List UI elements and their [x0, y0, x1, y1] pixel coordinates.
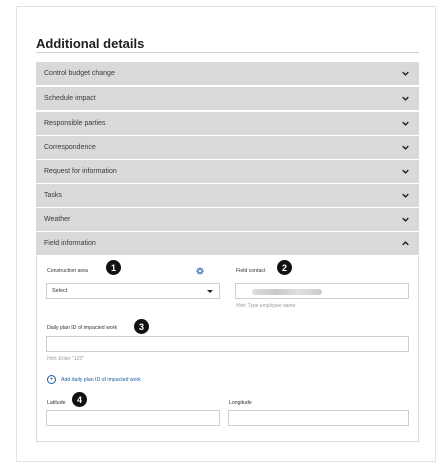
- add-daily-plan-link[interactable]: + Add daily plan ID of impacted work: [47, 375, 141, 384]
- callout-badge-1: 1: [106, 260, 121, 275]
- daily-plan-hint: Hint: Enter "123": [47, 356, 84, 362]
- accordion-label: Weather: [44, 216, 71, 223]
- heading-divider: [36, 52, 419, 53]
- accordion-correspondence[interactable]: Correspondence: [36, 136, 419, 159]
- field-contact-input[interactable]: [235, 283, 409, 299]
- accordion-tasks[interactable]: Tasks: [36, 184, 419, 207]
- field-contact-label: Field contact: [236, 268, 266, 274]
- chevron-down-icon: [402, 169, 409, 174]
- caret-down-icon: [207, 289, 213, 293]
- chevron-down-icon: [402, 96, 409, 101]
- accordion-label: Request for information: [44, 168, 117, 175]
- chevron-down-icon: [402, 217, 409, 222]
- longitude-input[interactable]: [228, 410, 409, 426]
- construction-area-value: Select: [52, 288, 68, 294]
- callout-badge-2: 2: [277, 260, 292, 275]
- latitude-input[interactable]: [46, 410, 220, 426]
- accordion-control-budget-change[interactable]: Control budget change: [36, 62, 419, 85]
- chevron-up-icon: [402, 241, 409, 246]
- accordion-schedule-impact[interactable]: Schedule impact: [36, 87, 419, 110]
- accordion-request-for-information[interactable]: Request for information: [36, 160, 419, 183]
- accordion-label: Control budget change: [44, 70, 115, 77]
- plus-circle-icon: +: [47, 375, 56, 384]
- section-heading: Additional details: [36, 36, 145, 51]
- chevron-down-icon: [402, 71, 409, 76]
- accordion-label: Field information: [44, 240, 96, 247]
- latitude-label: Latitude: [47, 400, 66, 406]
- accordion-label: Responsible parties: [44, 120, 106, 127]
- field-contact-hint: Hint: Type employee name: [236, 303, 296, 309]
- redacted-name: [252, 289, 322, 295]
- daily-plan-input[interactable]: [46, 336, 409, 352]
- chevron-down-icon: [402, 145, 409, 150]
- construction-area-select[interactable]: Select: [46, 283, 220, 299]
- accordion-label: Correspondence: [44, 144, 96, 151]
- callout-badge-3: 3: [134, 319, 149, 334]
- chevron-down-icon: [402, 193, 409, 198]
- accordion-responsible-parties[interactable]: Responsible parties: [36, 112, 419, 135]
- accordion-label: Schedule impact: [44, 95, 96, 102]
- gear-icon[interactable]: [196, 267, 204, 275]
- daily-plan-label: Daily plan ID of impacted work: [47, 325, 118, 331]
- construction-area-label: Construction area: [47, 268, 88, 274]
- chevron-down-icon: [402, 121, 409, 126]
- accordion-weather[interactable]: Weather: [36, 208, 419, 231]
- callout-badge-4: 4: [72, 392, 87, 407]
- add-daily-plan-label: Add daily plan ID of impacted work: [61, 376, 141, 383]
- longitude-label: Longitude: [229, 400, 252, 406]
- accordion-field-information[interactable]: Field information: [36, 232, 419, 255]
- accordion-label: Tasks: [44, 192, 62, 199]
